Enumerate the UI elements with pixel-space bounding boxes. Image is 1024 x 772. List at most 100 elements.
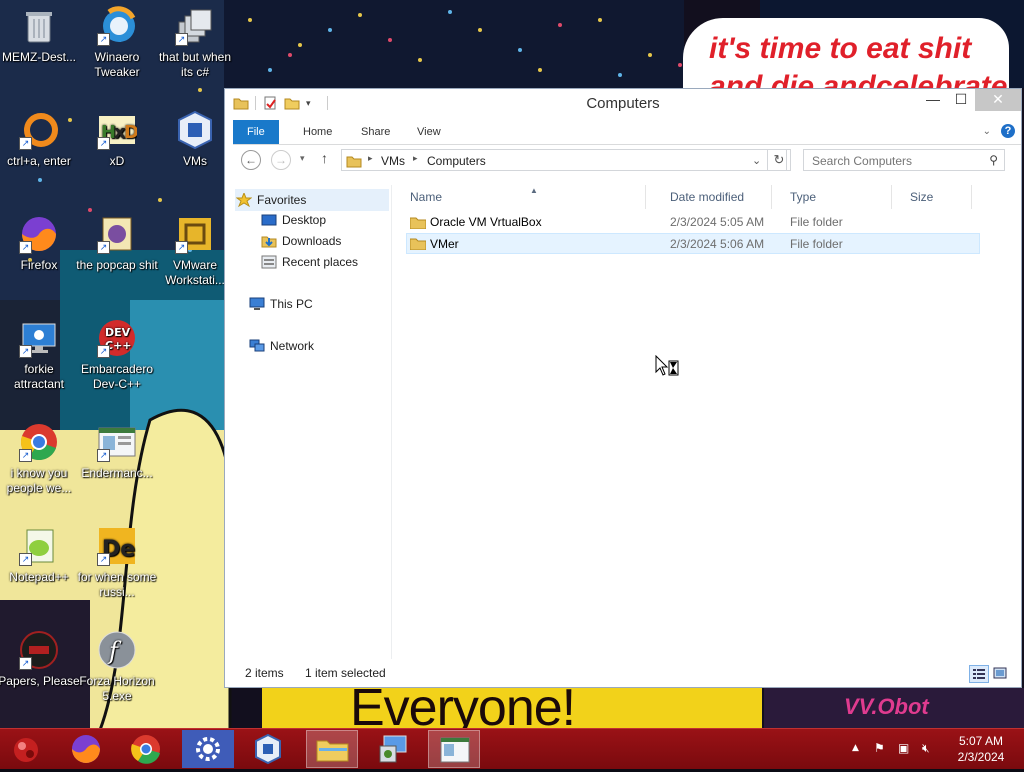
taskbar-firefox[interactable]: [60, 730, 112, 768]
details-view-button[interactable]: [969, 665, 989, 683]
tab-file[interactable]: File: [233, 120, 279, 144]
desktop-icon-for-when-russian[interactable]: De ↗ for when some russi...: [76, 526, 158, 600]
tab-share[interactable]: Share: [347, 120, 404, 144]
file-date: 2/3/2024 5:05 AM: [670, 215, 765, 229]
nav-label: Network: [270, 339, 315, 353]
popcap-icon: ↗: [97, 214, 137, 254]
column-header-date-modified[interactable]: Date modified: [652, 185, 772, 209]
taskbar-window-app[interactable]: [428, 730, 480, 768]
nav-item-downloads[interactable]: Downloads: [261, 231, 341, 251]
taskbar-file-explorer[interactable]: [306, 730, 358, 768]
window-controls: — ☐ ✕: [919, 89, 1021, 111]
shortcut-arrow-icon: ↗: [97, 553, 110, 566]
ribbon-right-controls: ⌄ ?: [983, 124, 1015, 138]
taskbar-remote-app[interactable]: [368, 730, 420, 768]
breadcrumb-chevron-icon[interactable]: ▸: [413, 153, 418, 164]
action-center-flag-icon[interactable]: ⚑: [874, 741, 885, 755]
column-label: Type: [790, 190, 817, 204]
network-tray-icon[interactable]: ▣: [898, 741, 909, 755]
nav-item-recent-places[interactable]: Recent places: [261, 252, 358, 272]
network-icon: [249, 339, 265, 353]
desktop-icon-firefox[interactable]: ↗ Firefox: [0, 214, 80, 273]
desktop-icon-devcpp[interactable]: DEV C++ ↗ Embarcadero Dev-C++: [76, 318, 158, 392]
shortcut-arrow-icon: ↗: [19, 241, 32, 254]
recent-locations-icon[interactable]: ▾: [300, 153, 305, 164]
navigation-pane: Favorites Desktop Downloads Recent place…: [225, 185, 392, 659]
desktop-icon-label: forkie attractant: [13, 362, 65, 391]
desktop-icon-ctrl-a-enter[interactable]: ↗ ctrl+a, enter: [0, 110, 80, 169]
desktop-icon-i-know-you[interactable]: ↗ i know you people we...: [0, 422, 80, 496]
svg-text:D: D: [124, 122, 137, 143]
nav-item-network[interactable]: Network: [249, 336, 314, 356]
desktop-icon-endermanch[interactable]: ↗ Endermanc...: [76, 422, 158, 481]
title-bar[interactable]: ▾ Computers — ☐ ✕: [225, 89, 1021, 119]
clock-date: 2/3/2024: [957, 750, 1005, 764]
desktop-icon-notepadpp[interactable]: ↗ Notepad++: [0, 526, 80, 585]
address-bar[interactable]: ▸ VMs ▸ Computers ⌄: [341, 149, 787, 171]
wallpaper-right-banner: VV.Obot: [764, 688, 1024, 728]
file-row-oracle-vm-virtualbox[interactable]: Oracle VM VrtualBox 2/3/2024 5:05 AM Fil…: [406, 212, 980, 233]
taskbar-settings[interactable]: [182, 730, 234, 768]
desktop-icon-label: Notepad++: [9, 570, 69, 584]
nav-label: Favorites: [257, 193, 307, 207]
column-label: Date modified: [670, 190, 745, 204]
taskbar-chrome[interactable]: [120, 730, 172, 768]
minimize-button[interactable]: —: [919, 89, 947, 111]
window-app-icon: ↗: [97, 422, 137, 462]
column-header-type[interactable]: Type: [772, 185, 892, 209]
forward-button[interactable]: →: [271, 150, 291, 170]
shortcut-arrow-icon: ↗: [97, 449, 110, 462]
refresh-button[interactable]: ↻: [767, 149, 791, 171]
desktop-icon-popcap[interactable]: ↗ the popcap shit: [76, 214, 158, 273]
devcpp-icon: DEV C++ ↗: [97, 318, 137, 358]
desktop-icon-forza[interactable]: f Forza Horizon 5.exe: [76, 630, 158, 704]
nav-item-favorites[interactable]: Favorites: [235, 189, 389, 211]
svg-text:DEV: DEV: [105, 326, 131, 339]
desktop-icon-papers-please[interactable]: ↗ Papers, Please: [0, 630, 80, 689]
close-button[interactable]: ✕: [975, 89, 1021, 111]
desktop-icon-winaero[interactable]: ↗ Winaero Tweaker: [76, 6, 158, 80]
papers-please-icon: ↗: [19, 630, 59, 670]
column-header-size[interactable]: Size: [892, 185, 972, 209]
desktop-icon-label: that but when its c#: [158, 50, 232, 79]
address-dropdown-icon[interactable]: ⌄: [752, 154, 761, 167]
virtualbox-icon: [175, 110, 215, 150]
column-header-name[interactable]: Name ▲: [392, 185, 646, 209]
search-box[interactable]: ⚲: [803, 149, 1005, 171]
volume-muted-icon[interactable]: 🔇︎: [922, 741, 930, 756]
expand-ribbon-icon[interactable]: ⌄: [983, 126, 991, 137]
desktop-icon-label: i know you people we...: [6, 466, 72, 495]
nav-item-this-pc[interactable]: This PC: [249, 294, 313, 314]
desktop-icon-forkie[interactable]: ↗ forkie attractant: [0, 318, 80, 392]
up-button[interactable]: ↑: [321, 150, 328, 166]
system-clock[interactable]: 5:07 AM 2/3/2024: [948, 733, 1014, 765]
flash-icon: f: [97, 630, 137, 670]
help-icon[interactable]: ?: [1001, 124, 1015, 138]
tab-home[interactable]: Home: [289, 120, 346, 144]
search-icon[interactable]: ⚲: [989, 153, 998, 167]
maximize-button[interactable]: ☐: [947, 89, 975, 111]
desktop-icon-that-but-csharp[interactable]: ↗ that but when its c#: [154, 6, 236, 80]
desktop-icon-label: Firefox: [20, 258, 58, 272]
winaero-icon: ↗: [97, 6, 137, 46]
shortcut-arrow-icon: ↗: [19, 657, 32, 670]
large-icons-view-button[interactable]: [991, 665, 1011, 683]
file-row-vmer[interactable]: VMer 2/3/2024 5:06 AM File folder: [406, 233, 980, 254]
back-button[interactable]: ←: [241, 150, 261, 170]
right-banner-text: VV.Obot: [844, 694, 929, 719]
tab-view[interactable]: View: [403, 120, 455, 144]
nav-item-desktop[interactable]: Desktop: [261, 210, 326, 230]
taskbar-virtualbox[interactable]: [242, 730, 294, 768]
breadcrumb-vms[interactable]: VMs: [381, 154, 405, 168]
breadcrumb-computers[interactable]: Computers: [427, 154, 486, 168]
desktop-icon-xd[interactable]: HxD ↗ xD: [76, 110, 158, 169]
search-input[interactable]: [810, 151, 984, 171]
show-hidden-icons-icon[interactable]: ▲: [852, 743, 859, 753]
busy-cursor-icon: [655, 355, 679, 376]
file-explorer-window: ▾ Computers — ☐ ✕ File Home Share View ⌄…: [224, 88, 1022, 688]
start-button[interactable]: [0, 730, 52, 768]
computer-icon: [249, 297, 265, 311]
desktop-icon-memz[interactable]: MEMZ-Dest...: [0, 6, 80, 65]
recycle-bin-icon: [19, 6, 59, 46]
breadcrumb-chevron-icon[interactable]: ▸: [368, 153, 373, 164]
